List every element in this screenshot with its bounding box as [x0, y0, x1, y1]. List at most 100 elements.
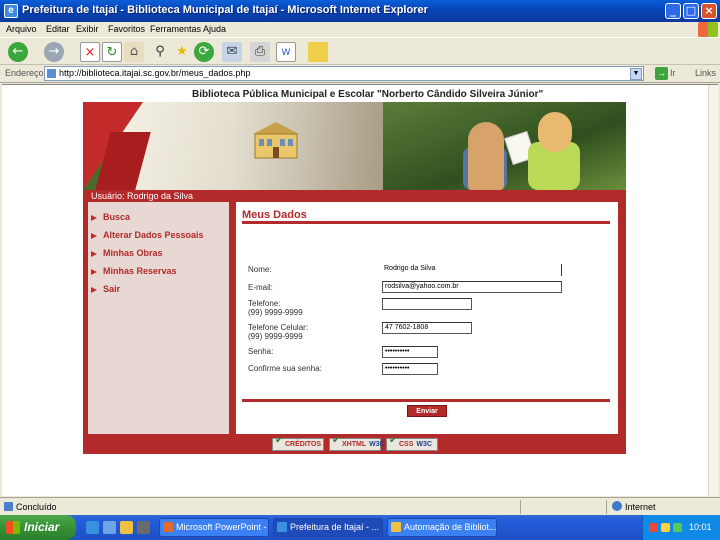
- media-quicklaunch-icon[interactable]: [137, 521, 150, 534]
- go-arrow-icon[interactable]: →: [655, 67, 668, 80]
- refresh-icon[interactable]: ↻: [102, 42, 122, 62]
- checkmark-icon: ✔: [275, 435, 284, 446]
- nav-item-minhas-obras[interactable]: Minhas Obras: [91, 248, 163, 258]
- close-button[interactable]: ×: [701, 3, 717, 19]
- cell-label: Telefone Celular:: [248, 323, 309, 332]
- start-button[interactable]: Iniciar: [0, 515, 76, 540]
- menu-bar: Arquivo Editar Exibir Favoritos Ferramen…: [0, 22, 720, 37]
- links-button[interactable]: Links: [695, 68, 716, 78]
- arrow-right-icon: [91, 286, 97, 293]
- maximize-button[interactable]: □: [683, 3, 699, 19]
- checkmark-icon: ✔: [332, 435, 341, 446]
- address-input[interactable]: http://biblioteca.itajai.sc.gov.br/meus_…: [44, 66, 644, 81]
- menu-ferramentas[interactable]: Ferramentas: [150, 24, 201, 34]
- chevron-down-icon[interactable]: ▼: [630, 68, 642, 80]
- child-photo: [538, 112, 572, 152]
- footer: ✔ CRÉDITOS ✔ XHTML W3C ✔ CSS W3C: [83, 434, 626, 454]
- user-bar: Usuário: Rodrigo da Silva: [83, 190, 626, 202]
- arrow-right-icon: [91, 232, 97, 239]
- phone-format-hint: (99) 9999-9999: [248, 308, 303, 317]
- go-button[interactable]: Ir: [670, 68, 676, 78]
- folder-icon[interactable]: [308, 42, 328, 62]
- menu-exibir[interactable]: Exibir: [76, 24, 99, 34]
- toolbar: ← → × ↻ ⌂ ⚲ ★ ⟳ ✉ ⎙ W: [0, 37, 720, 65]
- nav-item-busca[interactable]: Busca: [91, 212, 130, 222]
- browser-viewport: Biblioteca Pública Municipal e Escolar "…: [2, 84, 718, 496]
- history-icon[interactable]: ⟳: [194, 42, 214, 62]
- confirm-password-label: Confirme sua senha:: [248, 364, 322, 373]
- zone-label: Internet: [625, 502, 656, 512]
- nav-item-alterar-dados[interactable]: Alterar Dados Pessoais: [91, 230, 204, 240]
- menu-arquivo[interactable]: Arquivo: [6, 24, 37, 34]
- email-label: E-mail:: [248, 283, 273, 292]
- tray-icon[interactable]: [673, 523, 682, 532]
- task-automacao[interactable]: Automação de Bibliot...: [387, 518, 497, 537]
- arrow-right-icon: [91, 250, 97, 257]
- ie-icon: [277, 522, 287, 532]
- windows-logo-icon: [698, 22, 718, 37]
- address-label: Endereço: [5, 68, 44, 78]
- forward-icon[interactable]: →: [44, 42, 64, 62]
- password-field[interactable]: ••••••••••: [382, 346, 438, 358]
- mail-icon[interactable]: ✉: [222, 42, 242, 62]
- xhtml-badge[interactable]: ✔ XHTML W3C: [329, 435, 385, 451]
- tray-icon[interactable]: [649, 523, 658, 532]
- search-icon[interactable]: ⚲: [150, 42, 170, 62]
- edit-icon[interactable]: W: [276, 42, 296, 62]
- confirm-password-field[interactable]: ••••••••••: [382, 363, 438, 375]
- divider: [242, 399, 610, 402]
- minimize-button[interactable]: _: [665, 3, 681, 19]
- window-title: Prefeitura de Itajaí - Biblioteca Munici…: [22, 4, 428, 16]
- nav-item-sair[interactable]: Sair: [91, 284, 120, 294]
- task-powerpoint[interactable]: Microsoft PowerPoint - ...: [159, 518, 269, 537]
- ie-icon: e: [4, 4, 18, 18]
- menu-ajuda[interactable]: Ajuda: [203, 24, 226, 34]
- folder-icon: [391, 522, 401, 532]
- internet-zone-icon: [612, 501, 622, 511]
- page-title: Meus Dados: [242, 209, 307, 221]
- password-label: Senha:: [248, 347, 274, 356]
- favorites-icon[interactable]: ★: [172, 42, 192, 62]
- print-icon[interactable]: ⎙: [250, 42, 270, 62]
- taskbar: Iniciar Microsoft PowerPoint - ... Prefe…: [0, 515, 720, 540]
- back-icon[interactable]: ←: [8, 42, 28, 62]
- ie-quicklaunch-icon[interactable]: [86, 521, 99, 534]
- menu-favoritos[interactable]: Favoritos: [108, 24, 145, 34]
- css-badge[interactable]: ✔ CSS W3C: [386, 435, 438, 451]
- stop-icon[interactable]: ×: [80, 42, 100, 62]
- screen: e Prefeitura de Itajaí - Biblioteca Muni…: [0, 0, 720, 540]
- cell-format-hint: (99) 9999-9999: [248, 332, 303, 341]
- windows-flag-icon: [6, 521, 20, 534]
- submit-button[interactable]: Enviar: [407, 405, 447, 417]
- page-icon: [47, 69, 56, 78]
- title-bar: e Prefeitura de Itajaí - Biblioteca Muni…: [0, 0, 720, 22]
- header-banner: [83, 102, 626, 190]
- desktop-quicklaunch-icon[interactable]: [103, 521, 116, 534]
- name-field[interactable]: Rodrigo da Silva: [382, 264, 562, 276]
- menu-editar[interactable]: Editar: [46, 24, 70, 34]
- credits-badge[interactable]: ✔ CRÉDITOS: [272, 435, 324, 451]
- vertical-scrollbar[interactable]: [708, 85, 718, 496]
- checkmark-icon: ✔: [389, 435, 398, 446]
- arrow-right-icon: [91, 268, 97, 275]
- library-building-icon: [253, 122, 299, 159]
- system-tray: 10:01: [642, 515, 720, 540]
- tray-icon[interactable]: [661, 523, 670, 532]
- site-title: Biblioteca Pública Municipal e Escolar "…: [192, 89, 544, 100]
- user-label: Usuário: Rodrigo da Silva: [91, 191, 194, 201]
- status-text: Concluído: [16, 502, 57, 512]
- address-bar: Endereço http://biblioteca.itajai.sc.gov…: [0, 65, 720, 83]
- email-field[interactable]: rodsilva@yahoo.com.br: [382, 281, 562, 293]
- nav-item-minhas-reservas[interactable]: Minhas Reservas: [91, 266, 177, 276]
- folder-quicklaunch-icon[interactable]: [120, 521, 133, 534]
- home-icon[interactable]: ⌂: [124, 42, 144, 62]
- phone-field[interactable]: [382, 298, 472, 310]
- clock: 10:01: [689, 522, 712, 532]
- phone-label: Telefone:: [248, 299, 281, 308]
- sidebar-nav: Busca Alterar Dados Pessoais Minhas Obra…: [83, 202, 229, 434]
- task-internet-explorer[interactable]: Prefeitura de Itajaí - ...: [273, 518, 383, 537]
- cell-field[interactable]: 47 7602-1808: [382, 322, 472, 334]
- name-label: Nome:: [248, 265, 272, 274]
- powerpoint-icon: [163, 522, 173, 532]
- content-panel: Meus Dados Nome: Rodrigo da Silva E-mail…: [236, 202, 618, 434]
